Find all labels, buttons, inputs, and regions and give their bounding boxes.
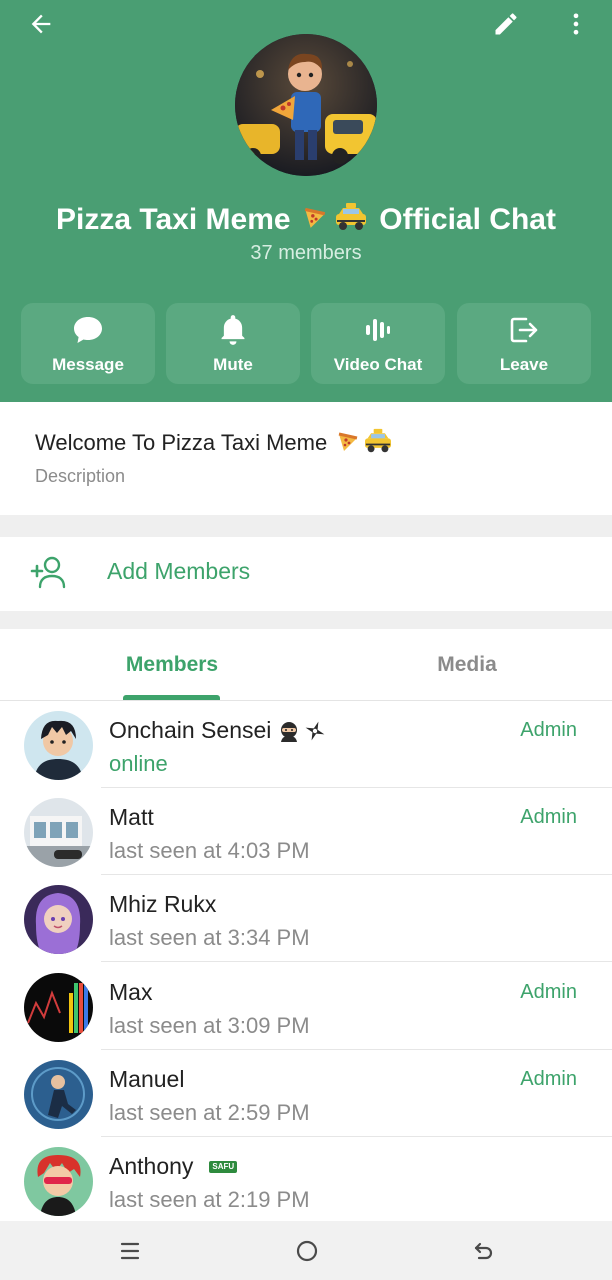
mute-button-label: Mute [213,355,253,374]
leave-button-label: Leave [499,355,549,374]
member-role: Admin [520,719,577,741]
safu-badge: SAFU [209,1160,238,1173]
member-role: Admin [520,981,577,1003]
member-name: Onchain Sensei [109,717,327,744]
row-divider [101,961,612,962]
recent-apps-button[interactable] [106,1231,154,1271]
group-title-text: Pizza Taxi Meme [56,202,291,236]
taxi-icon [334,202,368,240]
avatar [24,1147,93,1216]
member-name: Mhiz Rukx [109,891,217,917]
back-nav-button[interactable] [459,1231,507,1271]
avatar [24,1060,93,1129]
voice-chat-icon [366,319,390,341]
member-status: last seen at 2:19 PM [109,1187,310,1212]
avatar [24,973,93,1042]
member-row[interactable]: Max last seen at 3:09 PM Admin [0,963,612,1050]
member-row[interactable]: Anthony SAFU last seen at 2:19 PM [0,1137,612,1224]
pizza-icon [336,429,360,459]
more-options-button[interactable] [552,0,600,48]
video-chat-button-label: Video Chat [333,355,423,374]
add-members-label: Add Members [107,558,251,584]
member-name: Max [109,979,153,1005]
message-button-label: Message [52,355,124,374]
member-status: last seen at 2:59 PM [109,1100,310,1125]
member-status: last seen at 3:34 PM [109,925,310,950]
tab-members[interactable]: Members [0,629,344,700]
member-name-text: Anthony [109,1153,194,1179]
avatar [24,885,93,954]
message-button[interactable]: Message [21,303,155,384]
back-button[interactable] [17,0,65,48]
member-role: Admin [520,806,577,828]
edit-button[interactable] [482,0,530,48]
back-arrow-icon [474,1242,493,1260]
description-text: Welcome To Pizza Taxi Meme [35,428,393,460]
member-name: Matt [109,804,154,830]
member-count: 37 members [250,242,362,264]
bell-icon [221,315,245,345]
avatar [24,798,93,867]
system-navigation-bar [0,1221,612,1280]
ninja-icon [277,719,301,743]
leave-button[interactable]: Leave [457,303,591,384]
member-row[interactable]: Onchain Sensei online Admin [0,701,612,788]
member-status: online [109,751,168,776]
mute-button[interactable]: Mute [166,303,300,384]
member-row[interactable]: Matt last seen at 4:03 PM Admin [0,788,612,875]
group-title: Pizza Taxi Meme Official Chat [0,202,612,240]
group-avatar[interactable] [235,34,377,176]
message-icon [74,317,102,343]
video-chat-button[interactable]: Video Chat [311,303,445,384]
pizza-icon [302,204,328,238]
avatar [24,711,93,780]
menu-lines-icon [120,1242,140,1260]
member-row[interactable]: Mhiz Rukx last seen at 3:34 PM [0,875,612,962]
home-button[interactable] [283,1231,331,1271]
add-members-button[interactable] [0,537,612,611]
arrow-left-icon [31,14,51,34]
member-name: Manuel [109,1066,185,1092]
member-name-text: Onchain Sensei [109,717,272,743]
leave-icon [510,317,538,343]
member-status: last seen at 4:03 PM [109,838,310,863]
member-name: Anthony SAFU [109,1153,238,1180]
member-row[interactable]: Manuel last seen at 2:59 PM Admin [0,1050,612,1137]
more-vertical-icon [573,13,579,35]
taxi-icon [363,428,393,460]
shuriken-icon [303,719,327,743]
add-user-icon [30,555,68,594]
pencil-icon [495,13,517,35]
member-role: Admin [520,1068,577,1090]
description-label: Description [35,466,126,486]
tab-media[interactable]: Media [322,629,612,700]
member-status: last seen at 3:09 PM [109,1013,310,1038]
group-title-suffix: Official Chat [379,202,556,236]
circle-icon [296,1240,318,1262]
description-text-value: Welcome To Pizza Taxi Meme [35,429,328,455]
